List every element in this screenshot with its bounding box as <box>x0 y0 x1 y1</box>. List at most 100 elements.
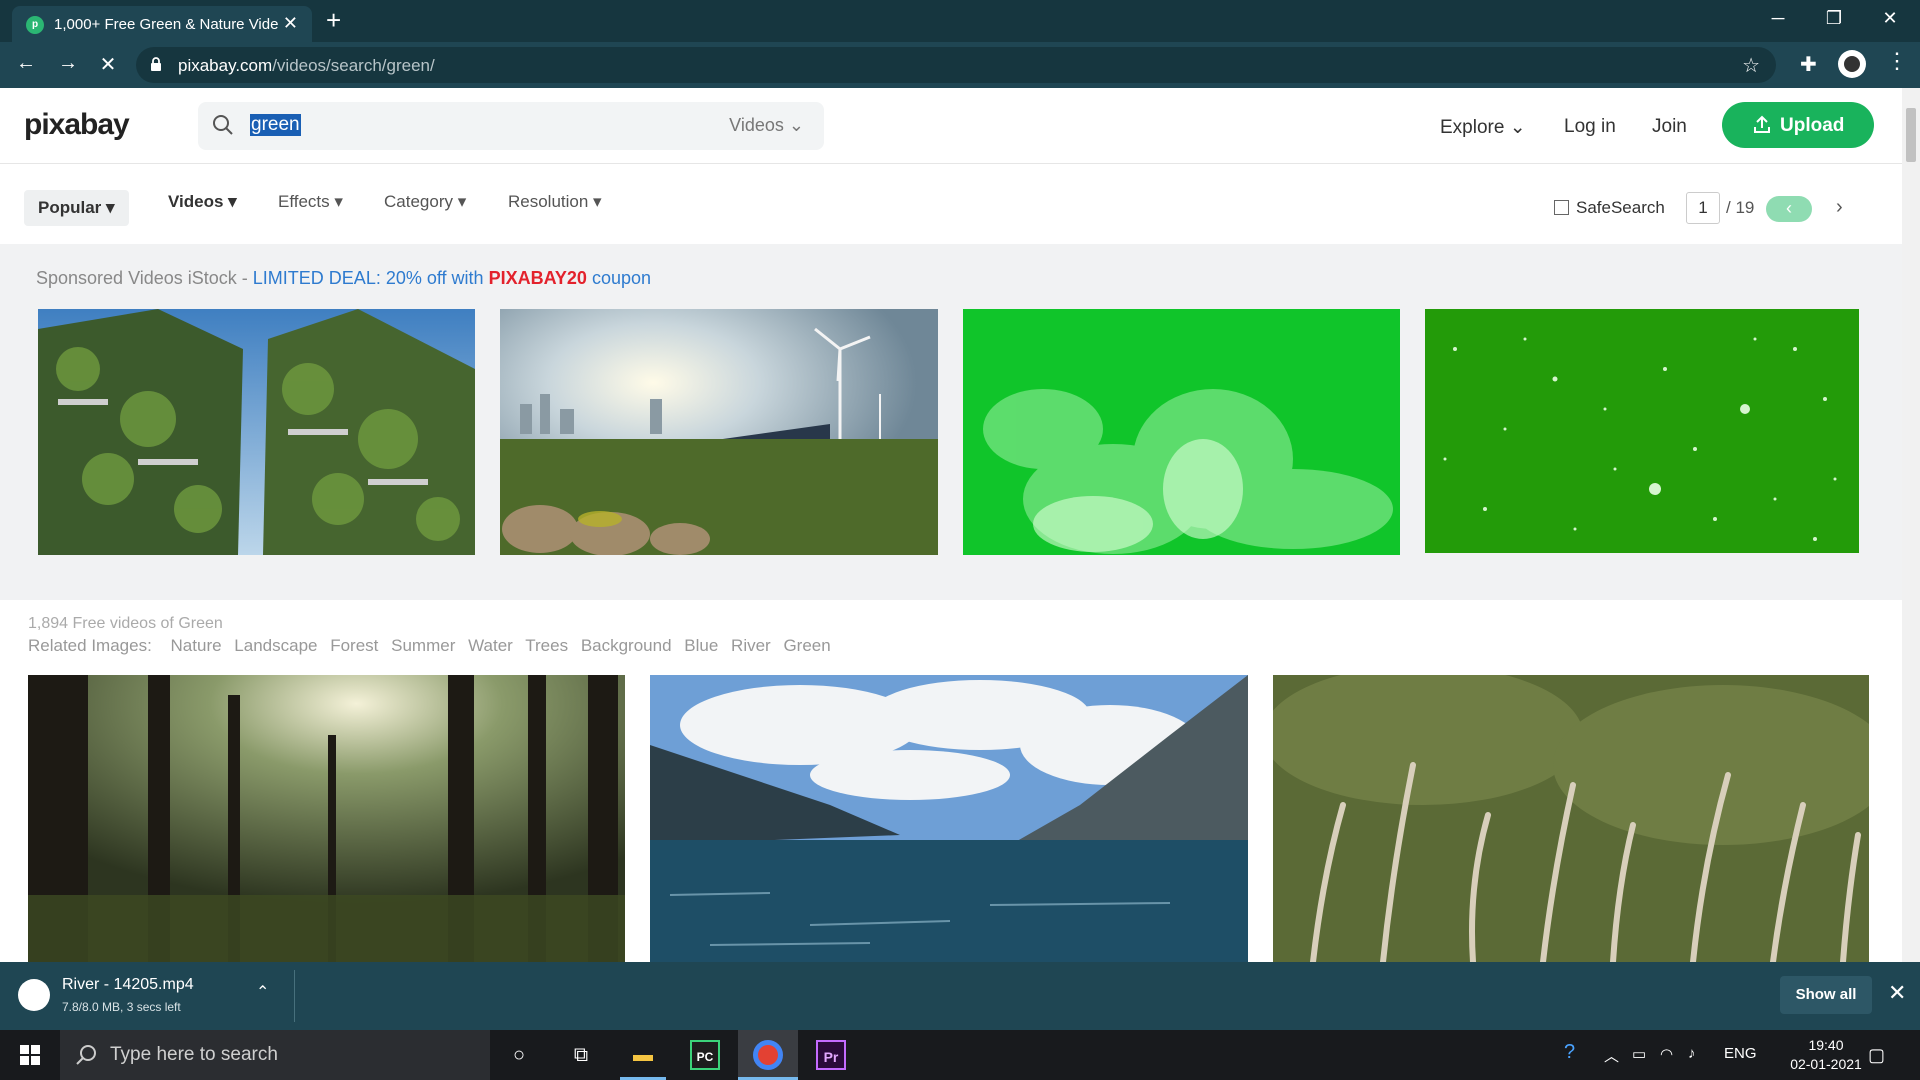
related-link[interactable]: Landscape <box>234 636 317 655</box>
filter-popular-label: Popular <box>38 198 102 217</box>
window-close-icon[interactable]: ✕ <box>1870 8 1910 29</box>
profile-avatar[interactable] <box>1838 50 1866 78</box>
tab-title: 1,000+ Free Green & Nature Videos <box>54 16 279 33</box>
cortana-icon[interactable]: ○ <box>504 1040 534 1070</box>
chevron-down-icon: ⌄ <box>788 115 804 135</box>
page-total: / 19 <box>1726 198 1755 217</box>
search-type-label: Videos <box>729 115 784 135</box>
upload-label: Upload <box>1780 115 1845 136</box>
upload-button[interactable]: Upload <box>1722 102 1874 148</box>
language-indicator[interactable]: ENG <box>1724 1045 1757 1062</box>
wifi-icon[interactable]: ◠ <box>1660 1045 1673 1063</box>
chevron-up-icon[interactable]: ⌃ <box>256 982 269 1002</box>
filter-category-label: Category <box>384 192 453 211</box>
filter-popular[interactable]: Popular ▾ <box>24 190 129 226</box>
bookmark-star-icon[interactable]: ☆ <box>1742 53 1760 78</box>
related-link[interactable]: Water <box>468 636 513 655</box>
safesearch-checkbox[interactable] <box>1554 200 1569 215</box>
help-icon[interactable]: ? <box>1564 1041 1575 1064</box>
safesearch-label: SafeSearch <box>1576 198 1665 217</box>
chevron-down-icon: ⌄ <box>1509 117 1526 138</box>
sponsored-video-green-smoke[interactable] <box>963 309 1400 555</box>
address-bar[interactable]: pixabay.com/videos/search/green/ ☆ <box>136 47 1776 83</box>
related-link[interactable]: Blue <box>684 636 718 655</box>
chrome-icon[interactable] <box>753 1040 783 1070</box>
restore-icon[interactable]: ❐ <box>1814 8 1854 29</box>
url-host: pixabay.com <box>178 56 273 75</box>
related-link[interactable]: River <box>731 636 771 655</box>
sponsored-prefix: Sponsored Videos iStock - <box>36 268 253 288</box>
browser-tab[interactable]: p 1,000+ Free Green & Nature Videos ✕ <box>12 6 312 42</box>
search-input[interactable]: green <box>250 114 301 136</box>
download-bar: River - 14205.mp4 7.8/8.0 MB, 3 secs lef… <box>0 962 1920 1030</box>
new-tab-button[interactable]: + <box>326 6 341 34</box>
sponsored-video-wind-turbines[interactable] <box>500 309 938 555</box>
volume-icon[interactable]: ♪ <box>1688 1045 1696 1062</box>
related-link[interactable]: Green <box>783 636 830 655</box>
pixabay-page: pixabay green Videos ⌄ Explore ⌄ Log in … <box>0 88 1902 962</box>
next-page-button[interactable]: › <box>1836 196 1843 219</box>
related-link[interactable]: Trees <box>525 636 568 655</box>
browser-toolbar: ← → ✕ pixabay.com/videos/search/green/ ☆… <box>0 42 1920 88</box>
login-link[interactable]: Log in <box>1564 116 1616 138</box>
filter-effects[interactable]: Effects ▾ <box>278 192 343 212</box>
explore-label: Explore <box>1440 117 1505 138</box>
download-filename[interactable]: River - 14205.mp4 <box>62 976 194 994</box>
taskbar-search-box[interactable]: Type here to search <box>60 1030 490 1080</box>
related-link[interactable]: Summer <box>391 636 455 655</box>
clock-time: 19:40 <box>1808 1037 1844 1053</box>
file-explorer-icon[interactable]: ▬ <box>628 1040 658 1070</box>
filter-videos-label: Videos <box>168 192 224 211</box>
minimize-icon[interactable]: ─ <box>1758 8 1798 29</box>
windows-start-icon[interactable] <box>20 1045 40 1065</box>
browser-menu-icon[interactable]: ⋮ <box>1886 50 1908 72</box>
download-status: 7.8/8.0 MB, 3 secs left <box>62 1000 181 1014</box>
scrollbar-thumb[interactable] <box>1906 108 1916 162</box>
system-clock[interactable]: 19:40 02-01-2021 <box>1786 1036 1866 1074</box>
show-all-button[interactable]: Show all <box>1780 976 1872 1014</box>
prev-page-button[interactable]: ‹ <box>1766 196 1812 222</box>
back-icon[interactable]: ← <box>12 52 40 75</box>
sponsored-video-vertical-forest[interactable] <box>38 309 475 555</box>
filter-category[interactable]: Category ▾ <box>384 192 466 212</box>
related-link[interactable]: Nature <box>171 636 222 655</box>
search-type-dropdown[interactable]: Videos ⌄ <box>729 115 804 136</box>
search-icon <box>76 1045 96 1065</box>
sponsored-section: Sponsored Videos iStock - LIMITED DEAL: … <box>0 244 1902 600</box>
download-bar-close-icon[interactable]: ✕ <box>1888 980 1906 1006</box>
related-link[interactable]: Forest <box>330 636 378 655</box>
extensions-puzzle-icon[interactable]: ✚ <box>1800 52 1817 77</box>
pixabay-favicon-icon: p <box>26 16 44 34</box>
browser-titlebar: p 1,000+ Free Green & Nature Videos ✕ + … <box>0 0 1920 42</box>
coupon-link[interactable]: coupon <box>587 268 651 288</box>
page-number-input[interactable]: 1 <box>1686 192 1720 224</box>
search-bar[interactable]: green Videos ⌄ <box>198 102 824 150</box>
tab-close-icon[interactable]: ✕ <box>283 13 298 34</box>
lock-icon <box>151 57 161 71</box>
task-view-icon[interactable]: ⧉ <box>566 1040 596 1070</box>
related-link[interactable]: Background <box>581 636 672 655</box>
show-hidden-icons-icon[interactable]: ︿ <box>1604 1045 1619 1066</box>
related-label: Related Images: <box>28 636 152 655</box>
coupon-code[interactable]: PIXABAY20 <box>489 268 587 288</box>
video-result-grass[interactable] <box>1273 675 1869 962</box>
battery-icon[interactable]: ▭ <box>1632 1045 1646 1063</box>
sponsored-video-green-particles[interactable] <box>1425 309 1859 553</box>
premiere-pro-icon[interactable]: Pr <box>816 1040 846 1070</box>
explore-menu[interactable]: Explore ⌄ <box>1440 116 1526 139</box>
pixabay-logo[interactable]: pixabay <box>24 108 130 142</box>
download-divider <box>294 970 295 1022</box>
filter-videos[interactable]: Videos ▾ <box>168 192 237 212</box>
join-link[interactable]: Join <box>1652 116 1687 138</box>
filter-resolution[interactable]: Resolution ▾ <box>508 192 602 212</box>
forward-icon[interactable]: → <box>54 52 82 75</box>
video-result-forest[interactable] <box>28 675 625 962</box>
page-scrollbar[interactable] <box>1902 88 1920 962</box>
pycharm-icon[interactable]: PC <box>690 1040 720 1070</box>
deal-link[interactable]: LIMITED DEAL: 20% off with <box>253 268 489 288</box>
filter-resolution-label: Resolution <box>508 192 589 211</box>
related-images: Related Images: Nature Landscape Forest … <box>28 636 839 656</box>
video-result-mountain-lake[interactable] <box>650 675 1248 962</box>
notifications-icon[interactable]: ▢ <box>1868 1045 1885 1066</box>
stop-loading-icon[interactable]: ✕ <box>94 52 122 77</box>
